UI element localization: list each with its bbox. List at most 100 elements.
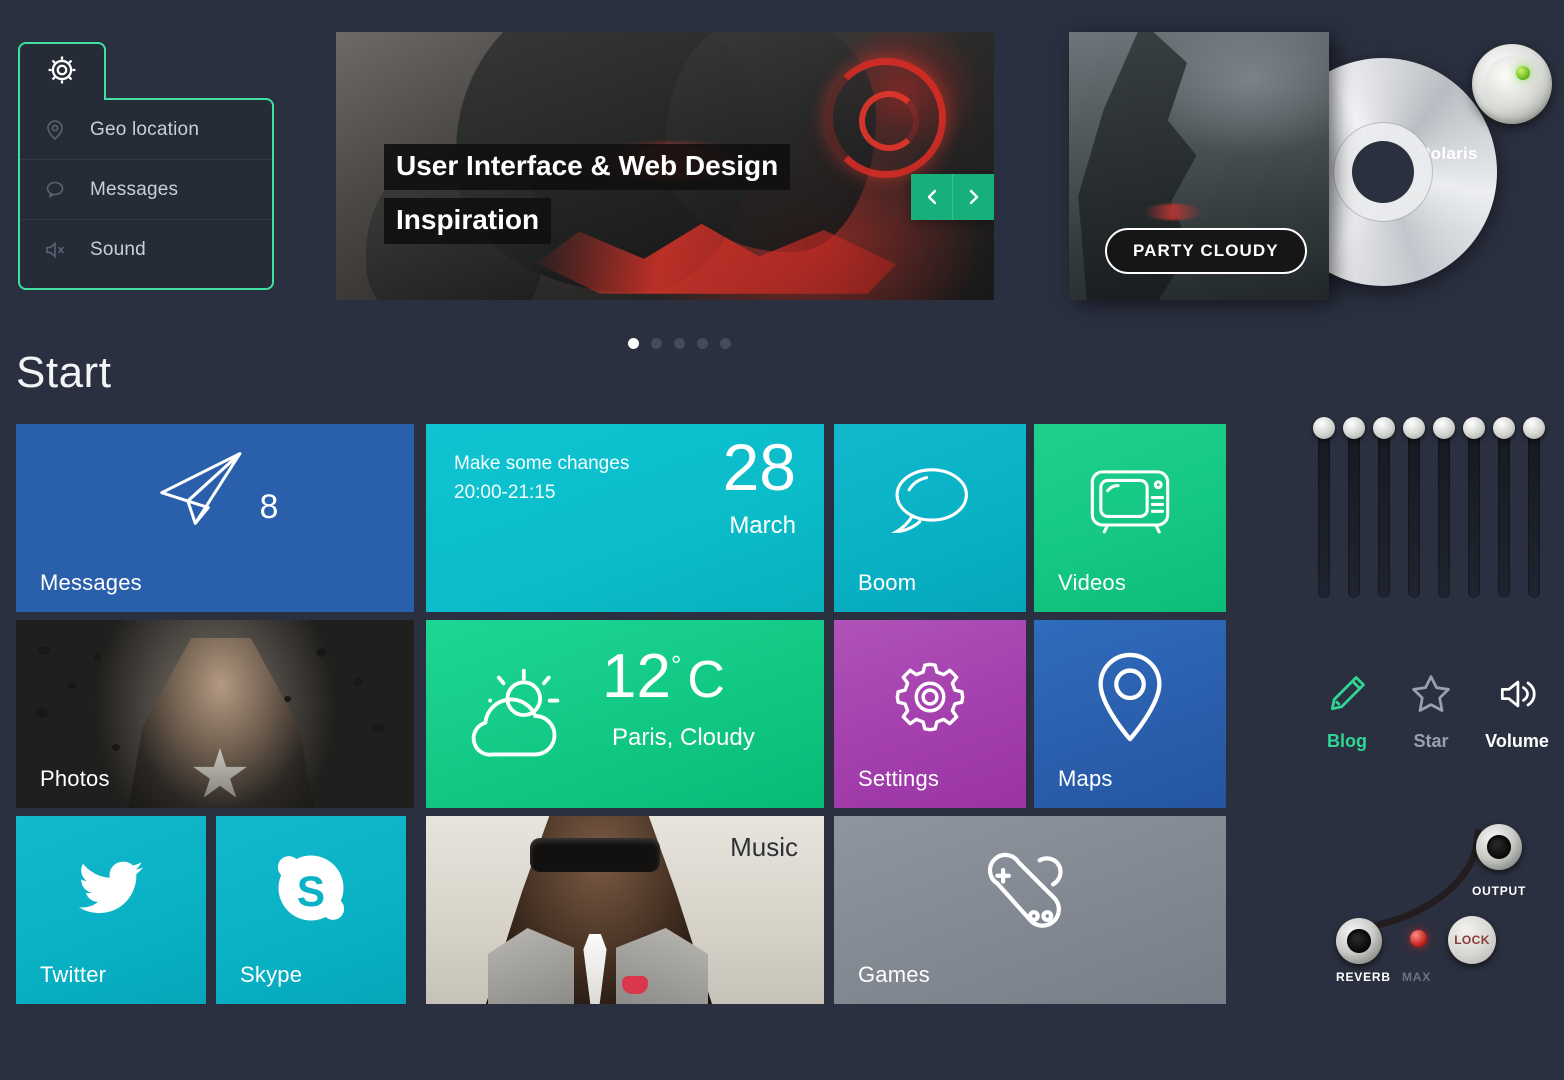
tile-settings[interactable]: Settings	[834, 620, 1026, 808]
hero-title-line-2: Inspiration	[384, 198, 551, 244]
tile-label: Games	[858, 962, 930, 988]
eq-knob[interactable]	[1463, 417, 1485, 439]
star-icon	[1409, 672, 1453, 721]
settings-flyout: Geo location Messages So	[18, 42, 274, 290]
disc-subtitle: Free version of awesome User Interface P…	[1419, 168, 1481, 196]
disc-label: Polaris Free version of awesome User Int…	[1419, 144, 1499, 196]
tile-label: Photos	[40, 766, 110, 792]
tile-videos[interactable]: Videos	[1034, 424, 1226, 612]
eq-knob[interactable]	[1433, 417, 1455, 439]
tile-label: Skype	[240, 962, 302, 988]
tile-label: Messages	[40, 570, 142, 596]
sidebar-item-label: Messages	[90, 179, 178, 201]
carousel-dot[interactable]	[697, 338, 708, 349]
tile-label: Settings	[858, 766, 939, 792]
power-button-face	[1484, 56, 1540, 112]
chevron-right-icon	[966, 187, 982, 207]
eq-track	[1318, 428, 1330, 598]
hero-spiral-decoration	[826, 58, 946, 178]
speech-bubble-icon	[886, 462, 974, 545]
paper-plane-icon	[152, 448, 246, 533]
quick-action-label: Star	[1413, 731, 1448, 752]
tab-seam	[20, 96, 104, 101]
sidebar-item-label: Geo location	[90, 119, 199, 141]
carousel-dot[interactable]	[651, 338, 662, 349]
messages-icon-group: 8	[16, 448, 414, 533]
eq-knob[interactable]	[1343, 417, 1365, 439]
sidebar-item-messages[interactable]: Messages	[20, 160, 272, 220]
eq-knob[interactable]	[1523, 417, 1545, 439]
sidebar-item-label: Sound	[90, 239, 146, 261]
gear-icon	[45, 53, 79, 92]
settings-menu-list: Geo location Messages So	[18, 98, 274, 290]
tile-label: Music	[730, 832, 798, 863]
tv-icon	[1087, 465, 1173, 542]
reverb-jack[interactable]	[1336, 918, 1382, 964]
calendar-event-time: 20:00-21:15	[454, 479, 629, 508]
tile-label: Maps	[1058, 766, 1113, 792]
tile-boom[interactable]: Boom	[834, 424, 1026, 612]
eq-knob[interactable]	[1403, 417, 1425, 439]
partly-cloudy-icon	[464, 666, 572, 769]
quick-action-star[interactable]: Star	[1402, 672, 1460, 752]
calendar-event-note: Make some changes	[454, 450, 629, 479]
tile-label: Videos	[1058, 570, 1126, 596]
tile-skype[interactable]: S Skype	[216, 816, 406, 1004]
carousel-prev-button[interactable]	[911, 174, 953, 220]
tile-calendar[interactable]: Make some changes 20:00-21:15 28 March	[426, 424, 824, 612]
hero-title: User Interface & Web Design Inspiration	[384, 144, 790, 252]
reverb-label: REVERB	[1336, 970, 1391, 984]
calendar-month: March	[729, 512, 796, 540]
max-label: MAX	[1402, 970, 1431, 984]
speaker-icon	[1495, 672, 1539, 721]
speech-bubble-icon	[40, 178, 70, 202]
carousel-dot[interactable]	[720, 338, 731, 349]
twitter-bird-icon	[70, 853, 152, 928]
location-pin-icon	[1094, 651, 1166, 748]
weather-badge[interactable]: PARTY CLOUDY	[1105, 228, 1307, 274]
tile-weather[interactable]: 12°C Paris, Cloudy	[426, 620, 824, 808]
settings-tab-button[interactable]	[18, 42, 106, 100]
hero-title-line-1: User Interface & Web Design	[384, 144, 790, 190]
max-led-indicator	[1410, 930, 1427, 947]
eq-track	[1378, 428, 1390, 598]
carousel-dot[interactable]	[628, 338, 639, 349]
eq-knob[interactable]	[1373, 417, 1395, 439]
eq-track	[1468, 428, 1480, 598]
eq-track	[1408, 428, 1420, 598]
svg-text:S: S	[297, 868, 325, 915]
album-widget[interactable]: Polaris Free version of awesome User Int…	[1069, 32, 1435, 300]
pencil-icon	[1325, 672, 1369, 721]
tile-twitter[interactable]: Twitter	[16, 816, 206, 1004]
hero-carousel-slide[interactable]: User Interface & Web Design Inspiration	[336, 32, 994, 300]
carousel-next-button[interactable]	[953, 174, 994, 220]
tile-label: Twitter	[40, 962, 106, 988]
output-jack[interactable]	[1476, 824, 1522, 870]
weather-unit: C	[687, 651, 725, 709]
eq-track	[1528, 428, 1540, 598]
quick-action-blog[interactable]: Blog	[1318, 672, 1376, 752]
tile-maps[interactable]: Maps	[1034, 620, 1226, 808]
lock-button[interactable]: LOCK	[1448, 916, 1496, 964]
gamepad-icon	[980, 845, 1080, 946]
disc-title: Polaris	[1419, 144, 1499, 164]
eq-knob[interactable]	[1493, 417, 1515, 439]
weather-location: Paris, Cloudy	[612, 724, 755, 752]
messages-badge-count: 8	[260, 488, 279, 527]
tile-photos[interactable]: Photos	[16, 620, 414, 808]
tile-messages[interactable]: 8 Messages	[16, 424, 414, 612]
sidebar-item-geo-location[interactable]: Geo location	[20, 100, 272, 160]
power-button[interactable]	[1472, 44, 1552, 124]
tile-music[interactable]: Music	[426, 816, 824, 1004]
eq-knob[interactable]	[1313, 417, 1335, 439]
quick-icon-row: Blog Star Volume	[1318, 672, 1548, 752]
tile-games[interactable]: Games	[834, 816, 1226, 1004]
location-pin-icon	[40, 118, 70, 142]
calendar-event: Make some changes 20:00-21:15	[454, 450, 629, 507]
sidebar-item-sound[interactable]: Sound	[20, 220, 272, 280]
carousel-dot[interactable]	[674, 338, 685, 349]
quick-action-label: Volume	[1485, 731, 1549, 752]
quick-action-volume[interactable]: Volume	[1486, 672, 1548, 752]
carousel-dots	[628, 338, 731, 349]
desktop-root: Geo location Messages So	[0, 0, 1564, 1080]
